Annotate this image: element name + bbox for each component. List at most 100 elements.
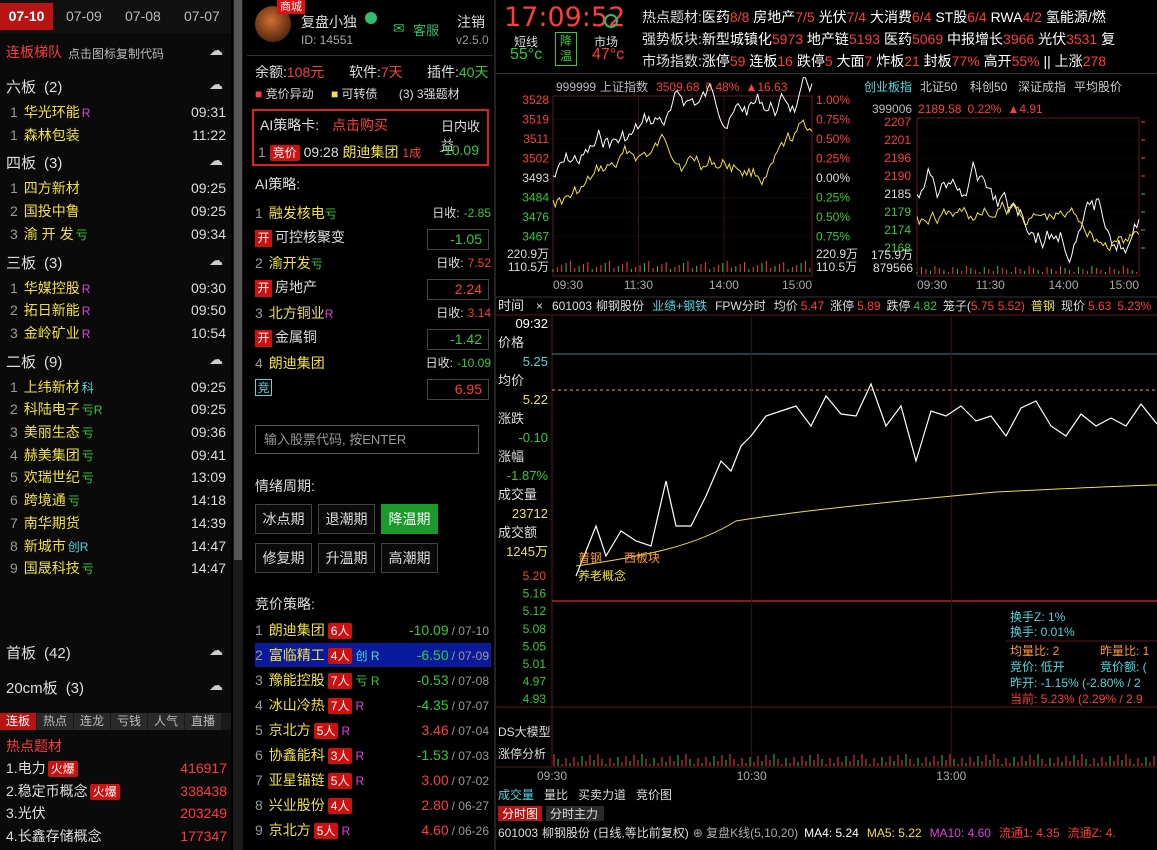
cloud-icon[interactable]: ☁ [209,351,223,368]
ladder-stock-row[interactable]: 1 华光环能 R 09:31 [10,101,226,123]
balance-value: 108元 [286,64,325,80]
strong-sector-row[interactable]: 强势板块:新型城镇化5973 地产链5193 医药5069 中报增长3966 光… [642,29,1115,49]
cloud-icon[interactable]: ☁ [209,642,223,659]
logout-link[interactable]: 注销 [457,12,485,32]
cloud-icon[interactable]: ☁ [209,152,223,169]
cloud-icon[interactable]: ☁ [209,677,223,694]
tab-intraday[interactable]: 分时图 [502,807,538,821]
info-field: 涨幅 [498,449,524,464]
bottom-tab[interactable]: 连板 [0,713,36,730]
index-tab[interactable]: 北证50 [920,80,958,94]
buy-link[interactable]: 点击购买 [332,115,388,135]
bottom-tab[interactable]: 人气 [148,713,184,730]
ladder-stock-row[interactable]: 2 科陆电子 亏R 09:25 [10,398,226,420]
sub-tab[interactable]: 买卖力道 [578,788,626,802]
cloud-icon[interactable]: ☁ [209,76,223,93]
search-input[interactable]: 输入股票代码, 按ENTER [255,425,479,454]
date-tab-active[interactable]: 07-10 [0,3,53,30]
ai-strategy-item[interactable]: 3 北方铜业R 日收: 3.14 [255,302,491,324]
bid-row[interactable]: 8 兴业股份 4人 2.80/ 06-27 [255,793,491,817]
bottom-tab[interactable]: 亏钱 [111,713,147,730]
bid-row[interactable]: 2 富临精工 4人创 R -6.50/ 07-09 [255,643,491,667]
ai-strategy-item[interactable]: 1 融发核电亏 日收: -2.85 [255,202,491,224]
ladder-stock-row[interactable]: 2 国投中鲁 09:25 [10,200,226,222]
hot-topics-row[interactable]: 热点题材:医药8/8 房地产7/5 光伏7/4 大消费6/4 ST股6/4 RW… [642,7,1106,27]
ladder-stock-row[interactable]: 3 金岭矿业 R 10:54 [10,322,226,344]
hot-topic-row[interactable]: 2.稳定币概念 火爆 338438 [6,780,227,802]
left-scrollbar[interactable] [233,0,243,850]
sub-tab[interactable]: 量比 [544,788,568,802]
ai-strategy-item[interactable]: 2 渝开发亏 日收: 7.52 [255,252,491,274]
ladder-stock-row[interactable]: 3 美丽生态亏 09:36 [10,421,226,443]
bid-row[interactable]: 5 京北方 5人 R 3.46/ 07-04 [255,718,491,742]
y-tick: 2190 [884,169,911,183]
date-tab[interactable]: 07-08 [125,3,161,30]
cycle-button[interactable]: 冰点期 [255,504,312,534]
bottom-tab[interactable]: 直播 [185,713,221,730]
time-tick: 14:00 [1049,278,1079,292]
board-group-header[interactable]: 首板 (42) [6,642,71,663]
limit-time: 09:25 [190,180,226,197]
version: v2.5.0 [456,33,489,47]
tab-intraday-main[interactable]: 分时主力 [550,807,598,821]
date-tab[interactable]: 07-09 [66,3,102,30]
bottom-tab[interactable]: 热点 [37,713,73,730]
cloud-icon[interactable]: ☁ [209,252,223,269]
limit-analysis-label[interactable]: 涨停分析 [498,746,546,761]
ladder-stock-row[interactable]: 1 上纬新材科 09:25 [10,376,226,398]
board-group-header[interactable]: 六板 (2) [6,76,62,97]
ladder-stock-row[interactable]: 2 拓日新能 R 09:50 [10,299,226,321]
index-tab[interactable]: 科创50 [970,80,1008,94]
ladder-stock-row[interactable]: 9 国晟科技亏 14:47 [10,557,226,579]
bid-row[interactable]: 4 冰山冷热 7人 R -4.35/ 07-07 [255,693,491,717]
cycle-button[interactable]: 降温期 [381,504,438,534]
hot-topic-row[interactable]: 3.光伏 203249 [6,802,227,824]
ladder-stock-row[interactable]: 7 南华期货 14:39 [10,512,226,534]
bid-row[interactable]: 1 朗迪集团 6人 -10.09/ 07-10 [255,618,491,642]
ladder-stock-row[interactable]: 4 赫美集团亏 09:41 [10,444,226,466]
index-tab[interactable]: 深证成指 [1018,79,1066,94]
index-tab[interactable]: 创业板指 [864,79,912,94]
ladder-stock-row[interactable]: 6 跨境通亏 14:18 [10,489,226,511]
ladder-stock-row[interactable]: 1 四方新材 09:25 [10,177,226,199]
bid-row[interactable]: 7 亚星锚链 5人 R 3.00/ 07-02 [255,768,491,792]
service-link[interactable]: 客服 [413,20,439,39]
board-group-header[interactable]: 三板 (3) [6,252,62,273]
board-group-header[interactable]: 20cm板 (3) [6,677,84,698]
ladder-hint: 点击图标复制代码 [68,47,165,61]
bid-row[interactable]: 9 京北方 5人 R 4.60/ 06-26 [255,818,491,842]
cycle-button[interactable]: 退潮期 [318,504,375,534]
cycle-button[interactable]: 修复期 [255,543,312,573]
ai-strategy-item[interactable]: 4 朗迪集团 日收: -10.09 [255,352,491,374]
limit-time: 14:39 [190,514,226,531]
board-group-header[interactable]: 四板 (3) [6,152,62,173]
sub-tab[interactable]: 竞价图 [636,788,672,802]
hot-badge: 火爆 [47,761,78,777]
ai-card-row[interactable]: 1 竞价 09:28 朗迪集团 1成 [258,142,421,162]
date-tab[interactable]: 07-07 [184,3,220,30]
open-badge: 开 [255,280,272,297]
cycle-button[interactable]: 高潮期 [381,543,438,573]
wechat-icon[interactable]: ✉ [393,20,405,37]
hot-topic-row[interactable]: 4.长鑫存储概念 177347 [6,825,227,847]
bottom-tab[interactable]: 连龙 [74,713,110,730]
ladder-stock-row[interactable]: 3渝 开 发亏 09:34 [10,223,226,245]
board-group-header[interactable]: 二板 (9) [6,351,62,372]
cycle-button[interactable]: 升温期 [318,543,375,573]
bid-row[interactable]: 3 豫能控股 7人亏 R -0.53/ 07-08 [255,668,491,692]
ladder-stock-row[interactable]: 8 新城市 创R 14:47 [10,535,226,557]
bid-row[interactable]: 6 协鑫能科 3人 R -1.53/ 07-03 [255,743,491,767]
hot-topic-row[interactable]: 1.电力 火爆 416917 [6,757,227,779]
market-index-row[interactable]: 市场指数:涨停59 连板16 跌停5 大面7 炸板21 封板77% 高开55% … [642,51,1106,71]
refresh-icon[interactable] [604,14,618,28]
cloud-icon[interactable]: ☁ [209,42,223,59]
ladder-stock-row[interactable]: 5 欢瑞世纪亏 13:09 [10,466,226,488]
ladder-stock-row[interactable]: 1 华媒控股 R 09:30 [10,277,226,299]
close-icon[interactable]: × [536,299,543,313]
ds-model-label[interactable]: DS大模型 [498,725,551,739]
sub-tab[interactable]: 成交量 [498,787,534,802]
ladder-stock-row[interactable]: 1 森林包装 11:22 [10,124,226,146]
index-tab[interactable]: 平均股价 [1074,80,1122,94]
soft-value: 7天 [380,64,403,80]
info-field: 1245万 [506,544,548,559]
